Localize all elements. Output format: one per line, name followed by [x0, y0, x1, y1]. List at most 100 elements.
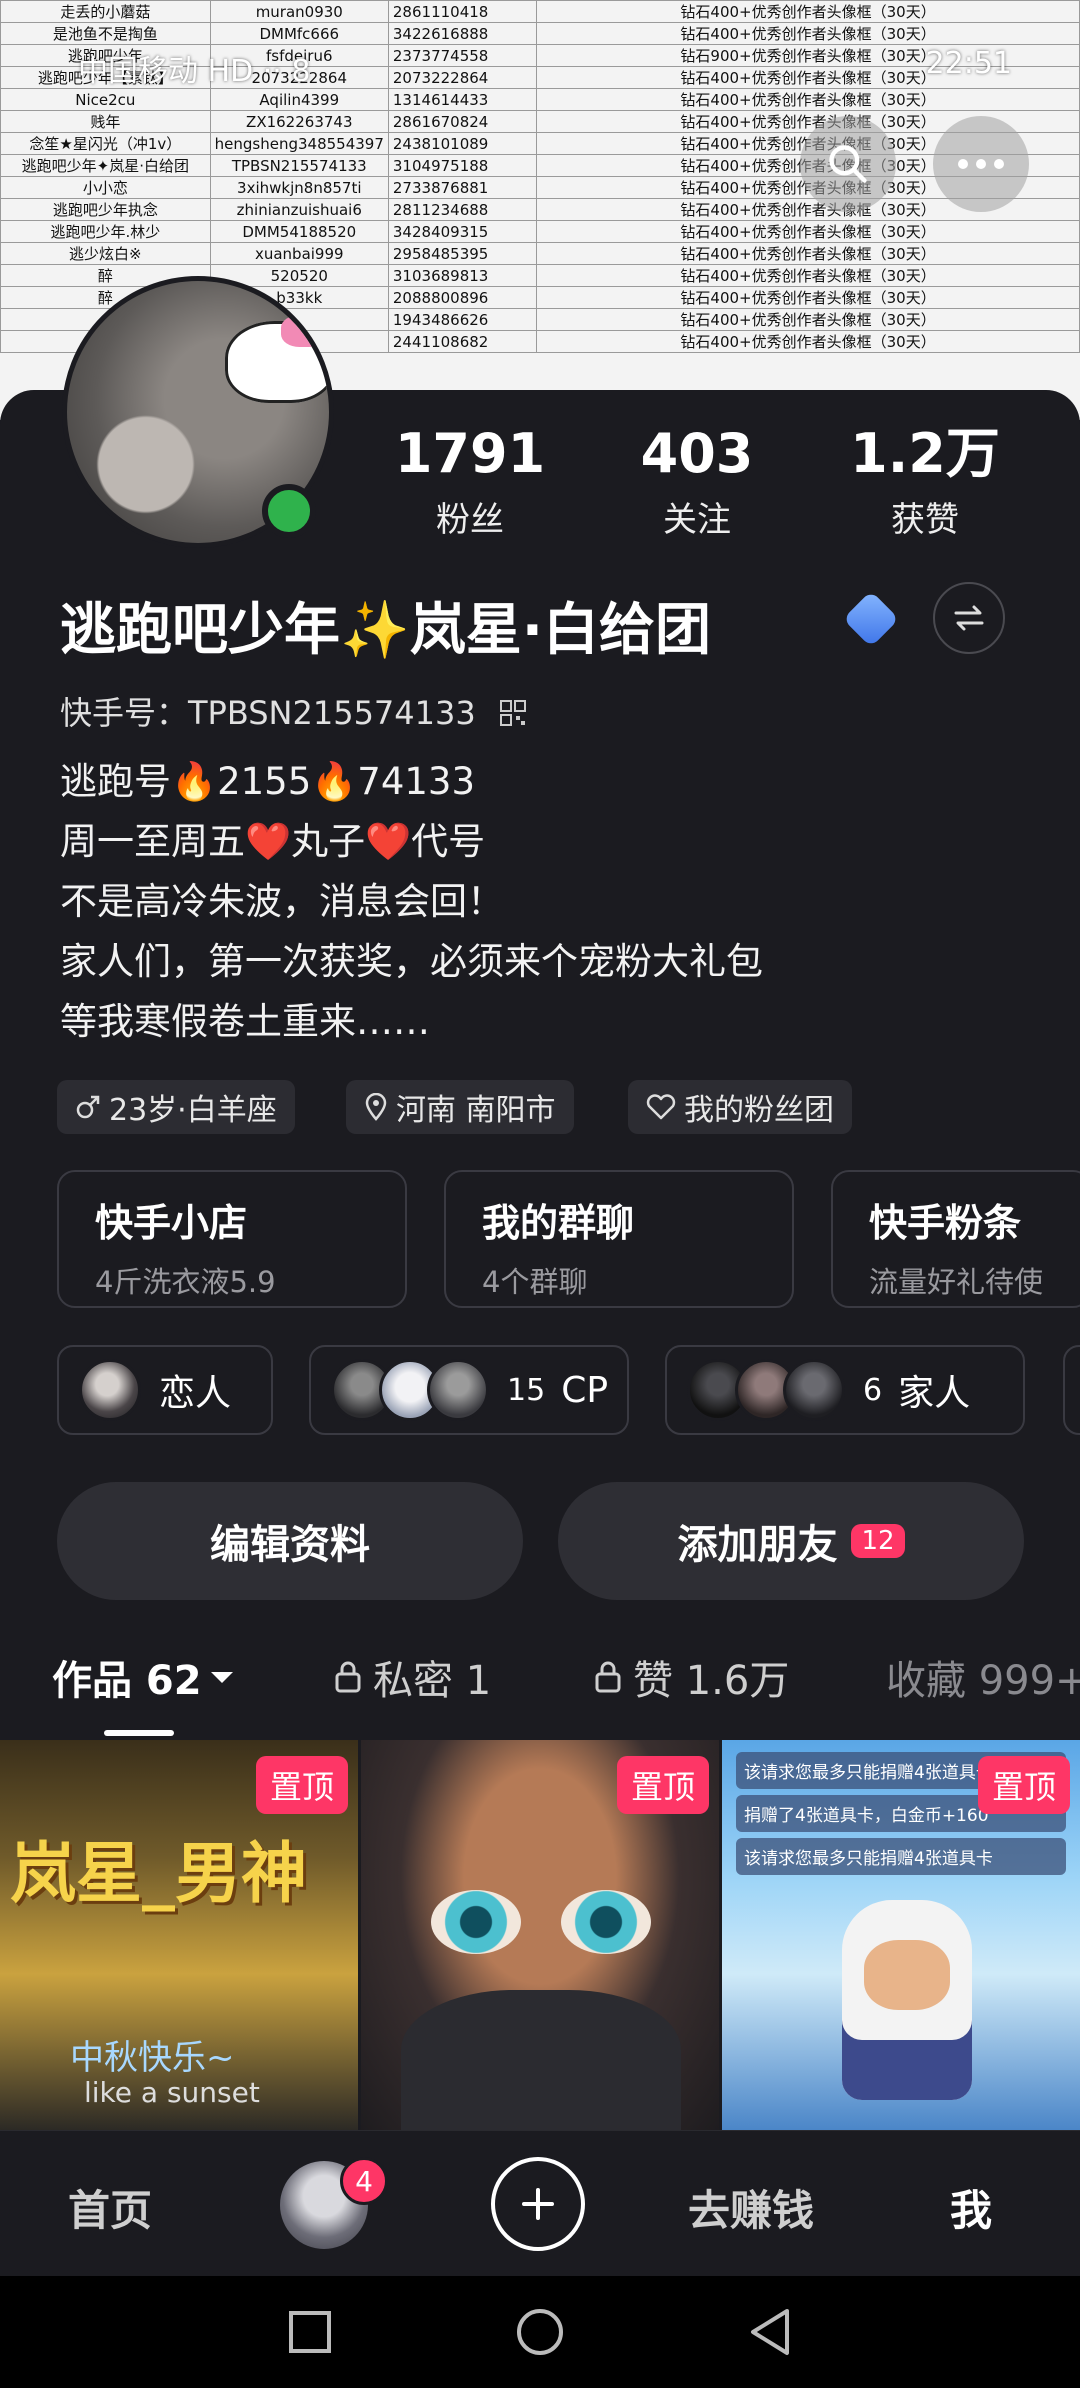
bio-line: 家人们，第一次获奖，必须来个宠粉大礼包 [60, 940, 763, 983]
sheet-cell: 钻石400+优秀创作者头像框（30天） [536, 88, 1080, 111]
add-friend-button[interactable]: 添加朋友 12 [558, 1482, 1024, 1600]
tab-works[interactable]: 作品 62 [52, 1648, 236, 1706]
card-fans-boost[interactable]: 快手粉条 流量好礼待使 [831, 1170, 1080, 1308]
tab-favorites-label: 收藏 999+ [886, 1658, 1080, 1704]
sheet-row: 贱年 ZX162263743 2861670824 钻石400+优秀创作者头像框（30… [0, 110, 1080, 133]
profile-name: 逃跑吧少年✨岚星·白给团 [60, 598, 711, 663]
stat-following-value: 403 [640, 422, 754, 485]
tab-likes[interactable]: 赞 1.6万 [593, 1648, 789, 1706]
sheet-cell: 贱年 [0, 110, 211, 133]
recent-apps-button[interactable] [282, 2304, 338, 2360]
search-button[interactable] [800, 116, 896, 212]
sheet-cell: 2441108682 [387, 330, 538, 353]
triangle-back-icon [751, 2309, 789, 2355]
stat-following-label: 关注 [663, 500, 731, 540]
relation-more[interactable] [1063, 1345, 1080, 1435]
sheet-cell: 3104975188 [387, 154, 538, 177]
relation-count: 15 [507, 1372, 546, 1408]
sheet-row: 念笙★星闪光（冲1v）hengsheng3485543972438101089钻… [0, 132, 1080, 155]
stat-fans-value: 1791 [394, 422, 546, 485]
eye-shape [561, 1890, 651, 1954]
heart-outline-icon [646, 1094, 676, 1120]
stat-likes[interactable]: 1.2万 获赞 [845, 422, 1005, 541]
relation-cp[interactable]: 15 CP [309, 1345, 629, 1435]
switch-arrows-icon [954, 605, 984, 631]
back-button[interactable] [742, 2304, 798, 2360]
system-navigation-bar [0, 2276, 1080, 2388]
pinned-badge: 置顶 [255, 1756, 348, 1814]
video-thumbnail[interactable]: 该请求您最多只能捐赠4张道具卡 捐赠了4张道具卡，白金币+160 该请求您最多只… [722, 1740, 1080, 2130]
card-title: 快手小店 [95, 1201, 248, 1245]
stat-fans-label: 粉丝 [436, 500, 504, 540]
tag-fanclub[interactable]: 我的粉丝团 [628, 1080, 852, 1134]
nav-me[interactable]: 我 [950, 2177, 992, 2238]
sheet-cell: 逃跑吧少年执念 [0, 198, 211, 221]
sheet-cell: 3422616888 [387, 22, 538, 45]
sheet-cell: muran0930 [209, 0, 389, 23]
stat-following[interactable]: 403 关注 [617, 422, 777, 541]
tag-age-label: 23岁·白羊座 [109, 1093, 277, 1128]
more-button[interactable] [933, 116, 1029, 212]
relation-count: 6 [863, 1372, 883, 1408]
tag-age[interactable]: 23岁·白羊座 [57, 1080, 295, 1134]
card-kuaishou-shop[interactable]: 快手小店 4斤洗衣液5.9 [57, 1170, 407, 1308]
stat-likes-label: 获赞 [891, 500, 959, 540]
avatar [427, 1359, 489, 1421]
status-carrier: 中国移动 HD ·· 8 [78, 54, 311, 89]
sheet-cell: hengsheng348554397 [209, 132, 389, 155]
card-subtitle: 4斤洗衣液5.9 [95, 1265, 276, 1299]
card-title: 快手粉条 [869, 1201, 1022, 1245]
bio-line: 逃跑号🔥2155🔥74133 [60, 760, 476, 803]
video-thumbnail[interactable]: 岚星_男神 中秋快乐~ like a sunset 置顶 [0, 1740, 358, 2130]
sheet-cell: 2073222864 [387, 66, 538, 89]
sheet-cell: 逃少炫白※ [0, 242, 211, 265]
nav-create-button[interactable] [491, 2157, 585, 2251]
sheet-cell: 小小恋 [0, 176, 211, 199]
pinned-badge: 置顶 [616, 1756, 709, 1814]
sheet-cell: DMMfc666 [209, 22, 389, 45]
more-icon [958, 159, 1004, 169]
card-group-chats[interactable]: 我的群聊 4个群聊 [444, 1170, 794, 1308]
notice-line: 该请求您最多只能捐赠4张道具卡 [736, 1838, 1066, 1875]
edit-profile-button[interactable]: 编辑资料 [57, 1482, 523, 1600]
bottom-nav: 首页 4 去赚钱 我 [0, 2130, 1080, 2276]
sheet-cell: 2733876881 [387, 176, 538, 199]
sheet-cell: 钻石400+优秀创作者头像框（30天） [536, 220, 1080, 243]
online-status-dot [262, 484, 316, 538]
relation-family[interactable]: 6 家人 [665, 1345, 1025, 1435]
sheet-cell: xuanbai999 [209, 242, 389, 265]
relation-label: 家人 [898, 1373, 971, 1414]
qr-code-icon[interactable] [499, 696, 526, 734]
sheet-row: 逃跑吧少年.林少 DMM54188520 3428409315 钻石400+优秀创作者… [0, 220, 1080, 243]
sheet-cell: 2861110418 [387, 0, 538, 23]
tab-private[interactable]: 私密 1 [333, 1648, 491, 1706]
tab-favorites[interactable]: 收藏 999+ [886, 1648, 1080, 1706]
sheet-row: 走丢的小蘑菇 muran0930 2861110418 钻石400+优秀创作者头像框（… [0, 0, 1080, 23]
nav-earn[interactable]: 去赚钱 [688, 2177, 814, 2238]
caret-down-icon [210, 1672, 233, 1683]
relation-lover[interactable]: 恋人 [57, 1345, 273, 1435]
sheet-cell: 走丢的小蘑菇 [0, 0, 211, 23]
stat-fans[interactable]: 1791 粉丝 [390, 422, 550, 541]
video-thumbnail[interactable]: 置顶 [361, 1740, 719, 2130]
circle-icon [517, 2309, 563, 2355]
sheet-cell: 1314614433 [387, 88, 538, 111]
relation-label: 恋人 [159, 1373, 232, 1414]
sheet-cell: 钻石400+优秀创作者头像框（30天） [536, 308, 1080, 331]
nav-home[interactable]: 首页 [68, 2177, 152, 2238]
kuaishou-id-row[interactable]: 快手号：TPBSN215574133 [60, 688, 526, 734]
bio-line: 不是高冷朱波，消息会回！ [60, 880, 504, 923]
tab-indicator [104, 1730, 174, 1736]
sheet-cell: 2811234688 [387, 198, 538, 221]
video-caption: like a sunset [84, 2076, 260, 2109]
tag-location[interactable]: 河南 南阳市 [346, 1080, 574, 1134]
card-subtitle: 4个群聊 [482, 1265, 588, 1299]
sheet-cell: zhinianzuishuai6 [209, 198, 389, 221]
card-subtitle: 流量好礼待使 [869, 1265, 1044, 1299]
home-button[interactable] [512, 2304, 568, 2360]
card-title: 我的群聊 [482, 1201, 635, 1245]
avatar [783, 1359, 845, 1421]
sheet-cell: Nice2cu [0, 88, 211, 111]
switch-account-button[interactable] [933, 582, 1005, 654]
sheet-cell: 2088800896 [387, 286, 538, 309]
